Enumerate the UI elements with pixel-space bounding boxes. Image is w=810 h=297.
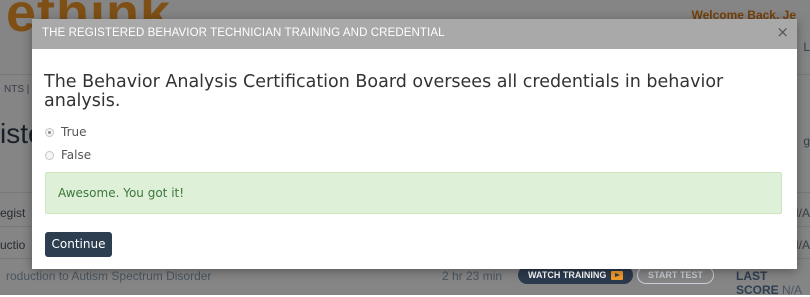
feedback-text: Awesome. You got it! [58, 186, 185, 200]
question-text: The Behavior Analysis Certification Boar… [44, 72, 724, 111]
success-alert: Awesome. You got it! [45, 172, 782, 214]
last-score: LAST SCORE N/A [736, 269, 810, 297]
continue-button[interactable]: Continue [45, 232, 112, 257]
option-false-label: False [61, 148, 92, 162]
radio-false[interactable] [45, 150, 54, 160]
close-icon[interactable]: × [776, 22, 789, 42]
radio-true[interactable] [45, 127, 54, 137]
play-icon [611, 270, 624, 280]
quiz-modal: THE REGISTERED BEHAVIOR TECHNICIAN TRAIN… [32, 19, 797, 269]
modal-header: THE REGISTERED BEHAVIOR TECHNICIAN TRAIN… [32, 19, 797, 49]
option-false[interactable]: False [45, 148, 91, 162]
modal-title: THE REGISTERED BEHAVIOR TECHNICIAN TRAIN… [42, 27, 445, 39]
last-score-label: LAST SCORE [736, 269, 779, 297]
course-title: roduction to Autism Spectrum Disorder [6, 269, 212, 283]
option-true[interactable]: True [45, 125, 87, 139]
option-true-label: True [61, 125, 87, 139]
course-duration: 2 hr 23 min [442, 269, 503, 283]
